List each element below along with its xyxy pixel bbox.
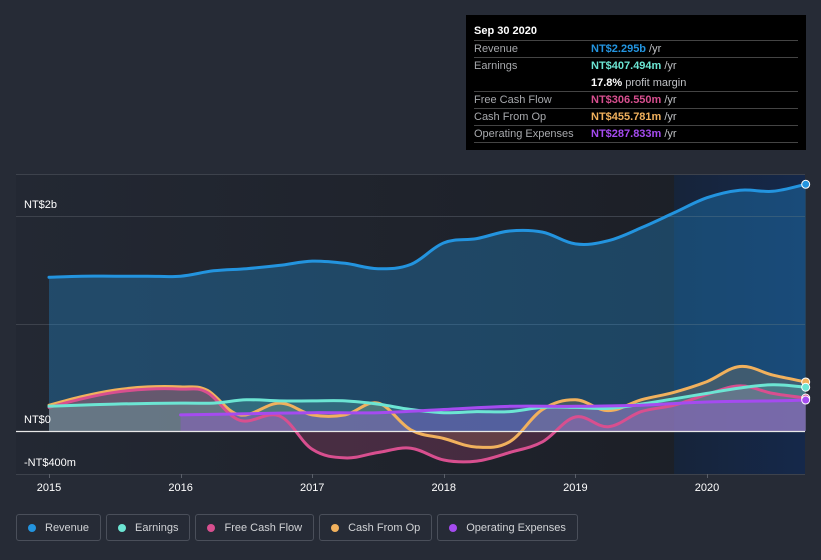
legend-item-cash-from-op[interactable]: Cash From Op xyxy=(319,514,433,541)
tooltip-row-operating-expenses: Operating Expenses NT$287.833m/yr xyxy=(474,126,798,143)
tooltip-unit: /yr xyxy=(664,111,677,123)
legend-label: Revenue xyxy=(45,521,90,534)
tooltip-row-cash-from-op: Cash From Op NT$455.781m/yr xyxy=(474,109,798,126)
x-tick-label: 2015 xyxy=(37,482,61,494)
legend-dot-icon xyxy=(207,523,216,532)
tooltip-unit: /yr xyxy=(664,128,677,140)
legend-label: Earnings xyxy=(135,521,179,534)
data-tooltip: Sep 30 2020 Revenue NT$2.295b/yr Earnings N… xyxy=(466,15,806,150)
tooltip-label: Earnings xyxy=(474,60,518,72)
tooltip-label xyxy=(474,75,591,91)
tooltip-value: NT$2.295b xyxy=(591,43,647,55)
x-tick-label: 2017 xyxy=(300,482,324,494)
tooltip-date: Sep 30 2020 xyxy=(474,22,798,41)
tooltip-unit: profit margin xyxy=(625,77,687,89)
y-tick-label: -NT$400m xyxy=(24,457,76,469)
legend-label: Free Cash Flow xyxy=(224,521,303,534)
tooltip-label: Cash From Op xyxy=(474,111,547,123)
legend-label: Cash From Op xyxy=(348,521,421,534)
tooltip-row-profit-margin: 17.8% profit margin xyxy=(474,75,798,92)
endpoint-revenue xyxy=(801,179,811,189)
tooltip-label: Free Cash Flow xyxy=(474,94,552,106)
tooltip-value: NT$407.494m xyxy=(591,60,662,72)
x-tick-label: 2019 xyxy=(563,482,587,494)
tooltip-row-free-cash-flow: Free Cash Flow NT$306.550m/yr xyxy=(474,92,798,109)
tooltip-value: 17.8% xyxy=(591,77,623,89)
tooltip-unit: /yr xyxy=(664,94,677,106)
tooltip-row-earnings: Earnings NT$407.494m/yr xyxy=(474,58,798,75)
tooltip-value: NT$287.833m xyxy=(591,128,662,140)
legend-item-free-cash-flow[interactable]: Free Cash Flow xyxy=(195,514,315,541)
tooltip-value: NT$306.550m xyxy=(591,94,662,106)
tooltip-label: Revenue xyxy=(474,43,519,55)
x-tick-label: 2016 xyxy=(168,482,192,494)
legend-dot-icon xyxy=(28,523,36,532)
endpoint-earnings xyxy=(801,382,811,392)
tooltip-unit: /yr xyxy=(649,43,662,55)
legend-dot-icon xyxy=(331,523,340,532)
y-tick-label: NT$0 xyxy=(24,414,51,426)
legend-item-earnings[interactable]: Earnings xyxy=(106,514,191,541)
legend-dot-icon xyxy=(118,523,127,532)
legend-dot-icon xyxy=(449,523,458,532)
x-tick-label: 2020 xyxy=(695,482,719,494)
tooltip-row-revenue: Revenue NT$2.295b/yr xyxy=(474,41,798,58)
x-tick-label: 2018 xyxy=(432,482,456,494)
legend-item-revenue[interactable]: Revenue xyxy=(16,514,102,541)
y-tick-label: NT$2b xyxy=(24,199,57,211)
legend-label: Operating Expenses xyxy=(466,521,566,534)
chart-legend: Revenue Earnings Free Cash Flow Cash From O… xyxy=(16,514,578,541)
legend-item-operating-expenses[interactable]: Operating Expenses xyxy=(437,514,578,541)
tooltip-label: Operating Expenses xyxy=(474,128,574,140)
tooltip-unit: /yr xyxy=(664,60,677,72)
endpoint-operating-expenses xyxy=(801,395,811,405)
x-axis: 2015 2016 2017 2018 2019 2020 xyxy=(37,474,719,494)
tooltip-value: NT$455.781m xyxy=(591,111,662,123)
